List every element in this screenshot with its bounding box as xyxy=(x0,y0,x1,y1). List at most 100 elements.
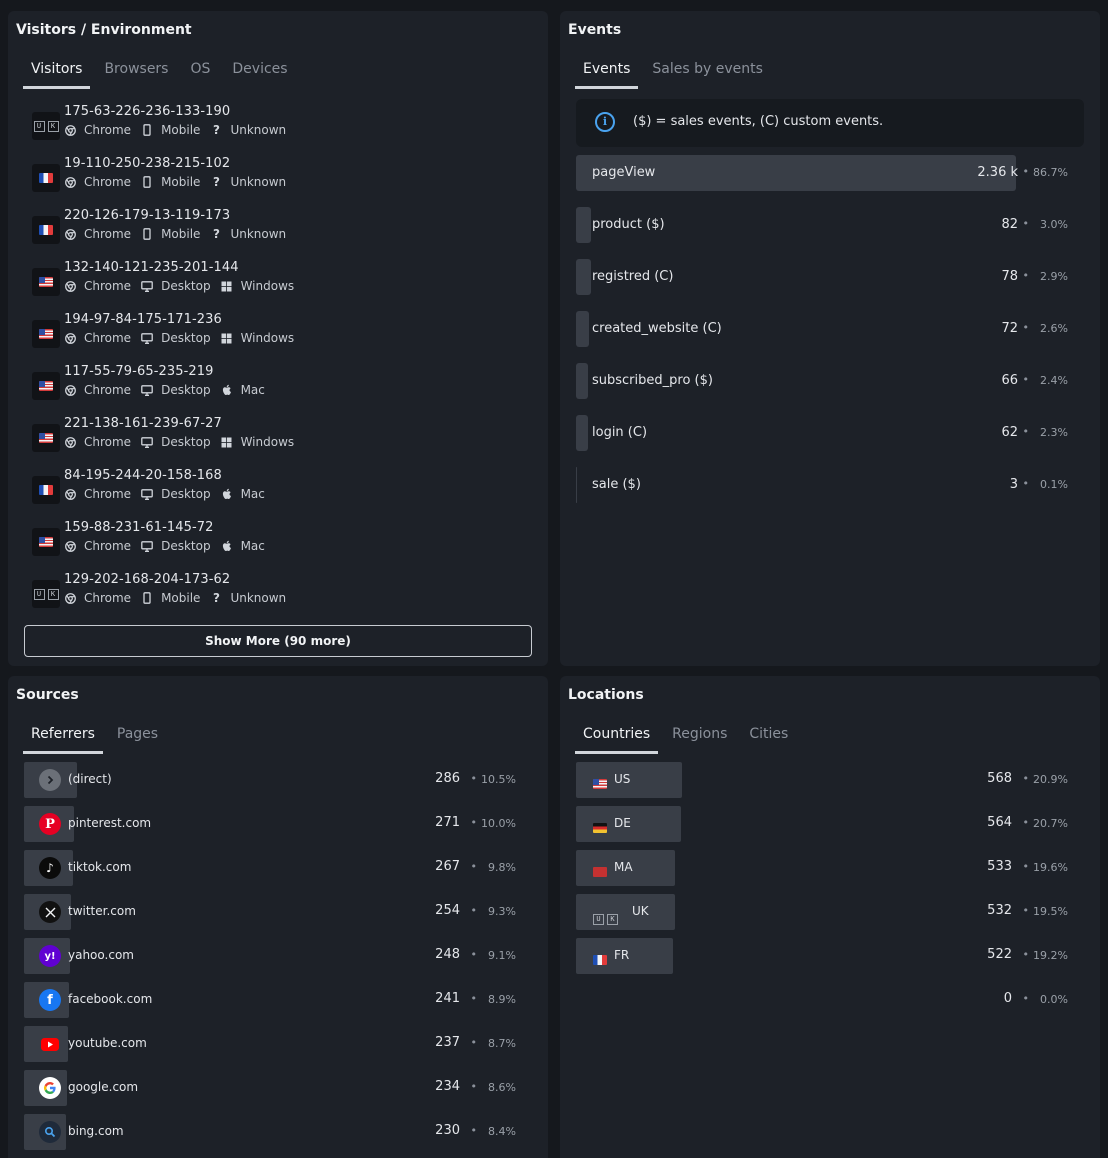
tab-events[interactable]: Events xyxy=(575,59,639,89)
sources-panel-title: Sources xyxy=(16,687,79,703)
visitor-row[interactable]: 117-55-79-65-235-219 Chrome Desktop Mac xyxy=(24,364,534,416)
visitor-ip: 129-202-168-204-173-62 xyxy=(64,572,231,587)
chrome-icon xyxy=(64,176,76,188)
uk-flag-letter: U xyxy=(33,588,45,600)
event-row[interactable]: login (C) 62 • 2.3% xyxy=(576,415,1076,451)
referrer-label: twitter.com xyxy=(68,904,136,918)
visitor-row[interactable]: 159-88-231-61-145-72 Chrome Desktop Mac xyxy=(24,520,534,572)
uk-flag-icon: UK xyxy=(33,120,59,132)
referrer-percent: 10.0% xyxy=(481,817,516,830)
referrer-row[interactable]: ♪ tiktok.com 267 • 9.8% xyxy=(24,850,524,886)
separator-dot: • xyxy=(470,1036,478,1049)
events-panel-title: Events xyxy=(568,22,622,38)
country-row[interactable]: DE 564 • 20.7% xyxy=(576,806,1076,842)
tab-browsers[interactable]: Browsers xyxy=(96,59,176,89)
separator-dot: • xyxy=(470,1124,478,1137)
events-info-box: i ($) = sales events, (C) custom events. xyxy=(576,99,1084,147)
referrer-count: 241 xyxy=(435,991,460,1006)
desktop-icon xyxy=(141,280,153,292)
visitor-meta: Chrome Mobile? Unknown xyxy=(64,175,296,189)
separator-dot: • xyxy=(470,1080,478,1093)
question-icon: ? xyxy=(212,227,220,241)
pinterest-icon: P xyxy=(39,813,61,835)
event-bar xyxy=(576,415,588,451)
event-bar xyxy=(576,259,591,295)
visitor-row[interactable]: 194-97-84-175-171-236 Chrome Desktop Window… xyxy=(24,312,534,364)
country-percent: 19.6% xyxy=(1033,861,1068,874)
tab-sales-by-events[interactable]: Sales by events xyxy=(644,59,771,89)
event-count: 78 xyxy=(1001,269,1018,284)
visitor-flag xyxy=(32,476,60,504)
os-name: Unknown xyxy=(230,175,287,189)
tab-visitors[interactable]: Visitors xyxy=(23,59,91,89)
separator-dot: • xyxy=(470,816,478,829)
show-more-button[interactable]: Show More (90 more) xyxy=(24,625,532,657)
visitor-meta: Chrome Desktop Windows xyxy=(64,331,304,345)
fr-flag-icon xyxy=(593,955,607,965)
separator-dot: • xyxy=(1022,772,1030,785)
visitor-row[interactable]: 84-195-244-20-158-168 Chrome Desktop Mac xyxy=(24,468,534,520)
browser-name: Chrome xyxy=(84,279,132,293)
visitors-panel-title: Visitors / Environment xyxy=(16,22,192,38)
os-name: Windows xyxy=(240,435,295,449)
visitor-meta: Chrome Mobile? Unknown xyxy=(64,227,296,241)
event-row[interactable]: subscribed_pro ($) 66 • 2.4% xyxy=(576,363,1076,399)
country-row[interactable]: U K UK 532 • 19.5% xyxy=(576,894,1076,930)
event-row[interactable]: registred (C) 78 • 2.9% xyxy=(576,259,1076,295)
event-percent: 0.1% xyxy=(1040,478,1068,491)
visitor-row[interactable]: 132-140-121-235-201-144 Chrome Desktop Wind… xyxy=(24,260,534,312)
referrer-count: 248 xyxy=(435,947,460,962)
event-row[interactable]: created_website (C) 72 • 2.6% xyxy=(576,311,1076,347)
country-row[interactable]: FR 522 • 19.2% xyxy=(576,938,1076,974)
referrer-row[interactable]: google.com 234 • 8.6% xyxy=(24,1070,524,1106)
event-row[interactable]: sale ($) 3 • 0.1% xyxy=(576,467,1076,503)
visitor-row[interactable]: 220-126-179-13-119-173 Chrome Mobile? Unkno… xyxy=(24,208,534,260)
visitor-row[interactable]: 19-110-250-238-215-102 Chrome Mobile? Unkno… xyxy=(24,156,534,208)
country-row[interactable]: US 568 • 20.9% xyxy=(576,762,1076,798)
tab-devices[interactable]: Devices xyxy=(224,59,295,89)
event-row[interactable]: product ($) 82 • 3.0% xyxy=(576,207,1076,243)
referrer-row[interactable]: bing.com 230 • 8.4% xyxy=(24,1114,524,1150)
mac-icon xyxy=(221,540,233,552)
desktop-icon xyxy=(141,436,153,448)
visitor-row[interactable]: 221-138-161-239-67-27 Chrome Desktop Window… xyxy=(24,416,534,468)
yahoo-icon: y! xyxy=(39,945,61,967)
referrer-percent: 8.7% xyxy=(488,1037,516,1050)
referrer-percent: 9.3% xyxy=(488,905,516,918)
country-percent: 19.2% xyxy=(1033,949,1068,962)
event-row[interactable]: pageView 2.36 k • 86.7% xyxy=(576,155,1076,191)
tab-os[interactable]: OS xyxy=(182,59,218,89)
event-bar xyxy=(576,207,591,243)
event-label: subscribed_pro ($) xyxy=(592,373,713,388)
us-flag-icon xyxy=(39,277,53,287)
visitor-row[interactable]: U K 175-63-226-236-133-190 Chrome Mobile? Unk… xyxy=(24,104,534,156)
mobile-icon xyxy=(141,124,153,136)
event-bar xyxy=(576,363,588,399)
referrer-label: yahoo.com xyxy=(68,948,134,962)
tab-pages[interactable]: Pages xyxy=(109,724,166,754)
referrer-row[interactable]: f facebook.com 241 • 8.9% xyxy=(24,982,524,1018)
visitor-row[interactable]: U K 129-202-168-204-173-62 Chrome Mobile? Unk… xyxy=(24,572,534,624)
event-percent: 2.6% xyxy=(1040,322,1068,335)
tab-cities[interactable]: Cities xyxy=(741,724,796,754)
chrome-icon xyxy=(64,540,76,552)
referrer-row[interactable]: Ppinterest.com 271 • 10.0% xyxy=(24,806,524,842)
chrome-icon xyxy=(64,384,76,396)
referrer-row[interactable]: y! yahoo.com 248 • 9.1% xyxy=(24,938,524,974)
uk-flag-letter: K xyxy=(47,588,59,600)
visitor-ip: 220-126-179-13-119-173 xyxy=(64,208,231,223)
desktop-icon xyxy=(141,332,153,344)
tab-referrers[interactable]: Referrers xyxy=(23,724,103,754)
browser-name: Chrome xyxy=(84,487,132,501)
country-row[interactable]: MA 533 • 19.6% xyxy=(576,850,1076,886)
question-icon: ? xyxy=(212,123,220,137)
referrer-row[interactable]: twitter.com 254 • 9.3% xyxy=(24,894,524,930)
referrer-row[interactable]: youtube.com 237 • 8.7% xyxy=(24,1026,524,1062)
country-count: 0 xyxy=(1003,991,1012,1006)
tab-regions[interactable]: Regions xyxy=(664,724,735,754)
tab-countries[interactable]: Countries xyxy=(575,724,659,754)
referrer-row[interactable]: (direct) 286 • 10.5% xyxy=(24,762,524,798)
country-row[interactable]: 0 • 0.0% xyxy=(576,982,1076,1018)
visitor-flag xyxy=(32,528,60,556)
visitor-ip: 132-140-121-235-201-144 xyxy=(64,260,239,275)
